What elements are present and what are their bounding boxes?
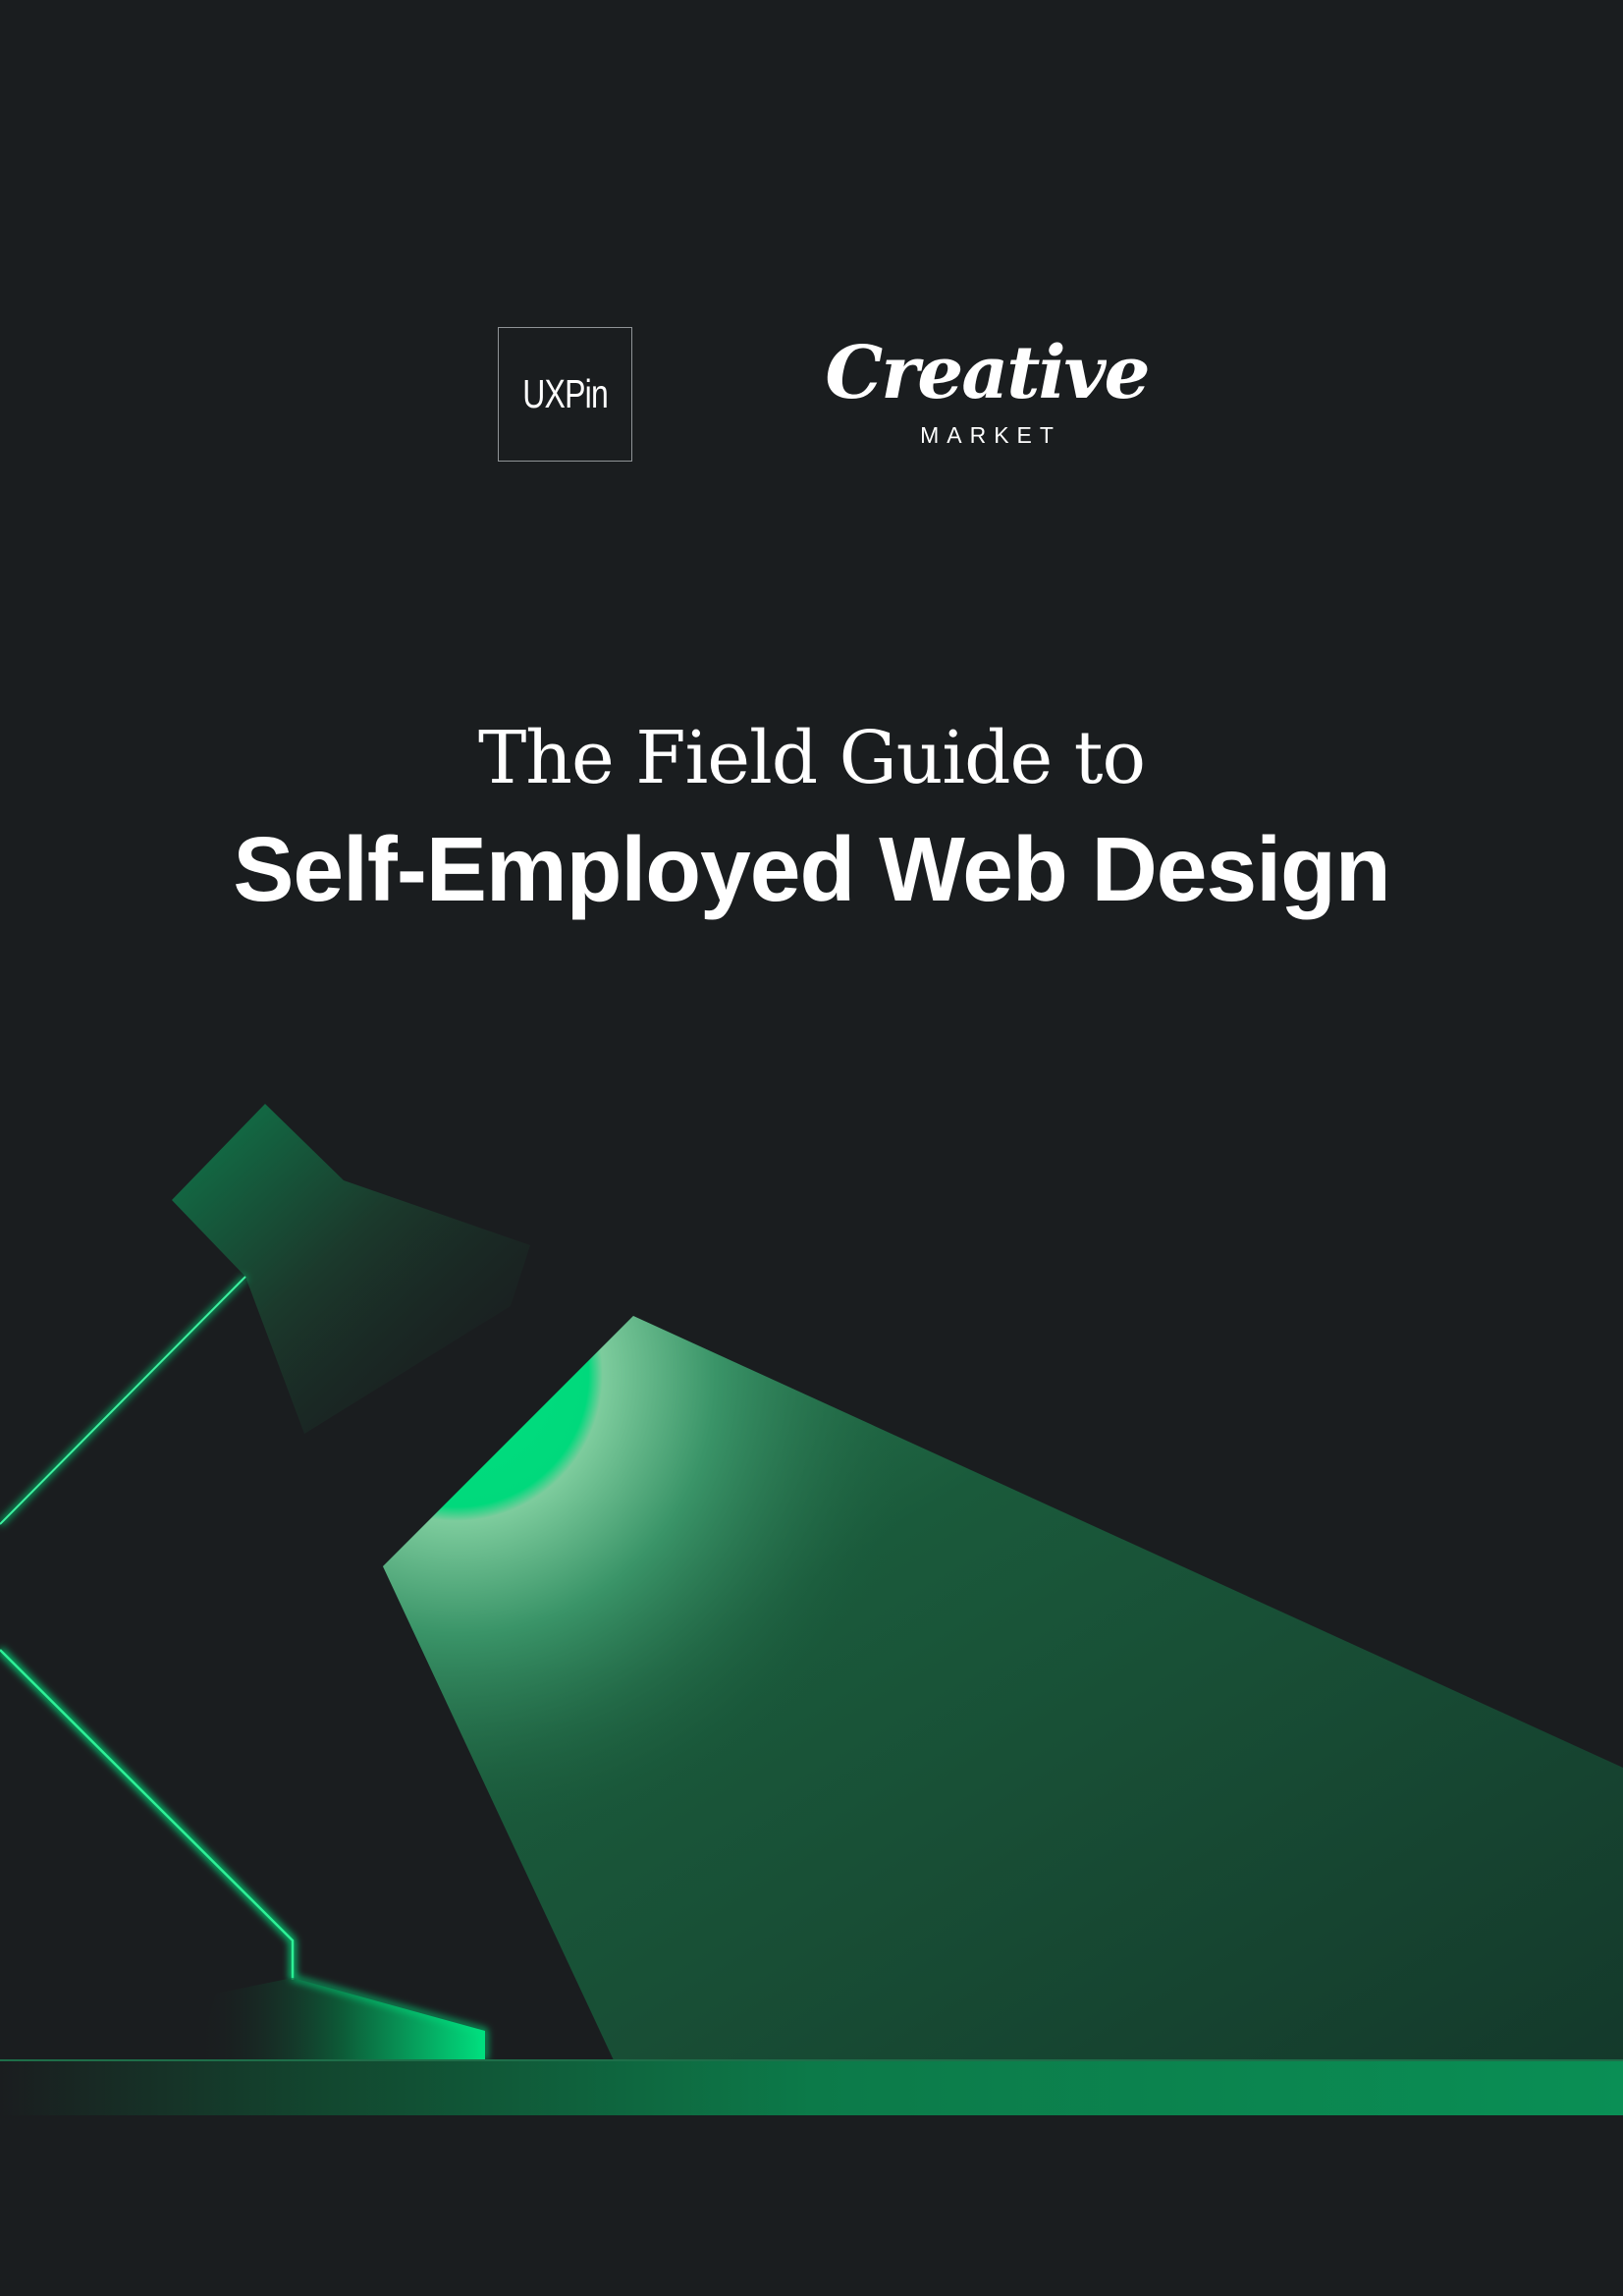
- uxpin-logo: UXPin: [498, 327, 632, 462]
- creative-market-logo-script: Creative: [825, 331, 1150, 415]
- desk-lamp-illustration: [0, 1104, 1623, 2115]
- creative-market-logo: Creative MARKET: [825, 329, 1150, 457]
- book-cover: UXPin Creative MARKET The Field Guide to…: [0, 0, 1623, 2296]
- uxpin-logo-text: UXPin: [522, 371, 609, 416]
- lamp-lower-arm: [0, 1647, 296, 1980]
- creative-market-logo-sub: MARKET: [920, 422, 1061, 448]
- desk-surface: [0, 2060, 1623, 2115]
- lamp-shade: [172, 1104, 530, 1434]
- bulb-glow: [383, 1316, 1623, 2060]
- cover-title: Self-Employed Web Design: [233, 818, 1390, 920]
- cover-subtitle: The Field Guide to: [477, 716, 1146, 800]
